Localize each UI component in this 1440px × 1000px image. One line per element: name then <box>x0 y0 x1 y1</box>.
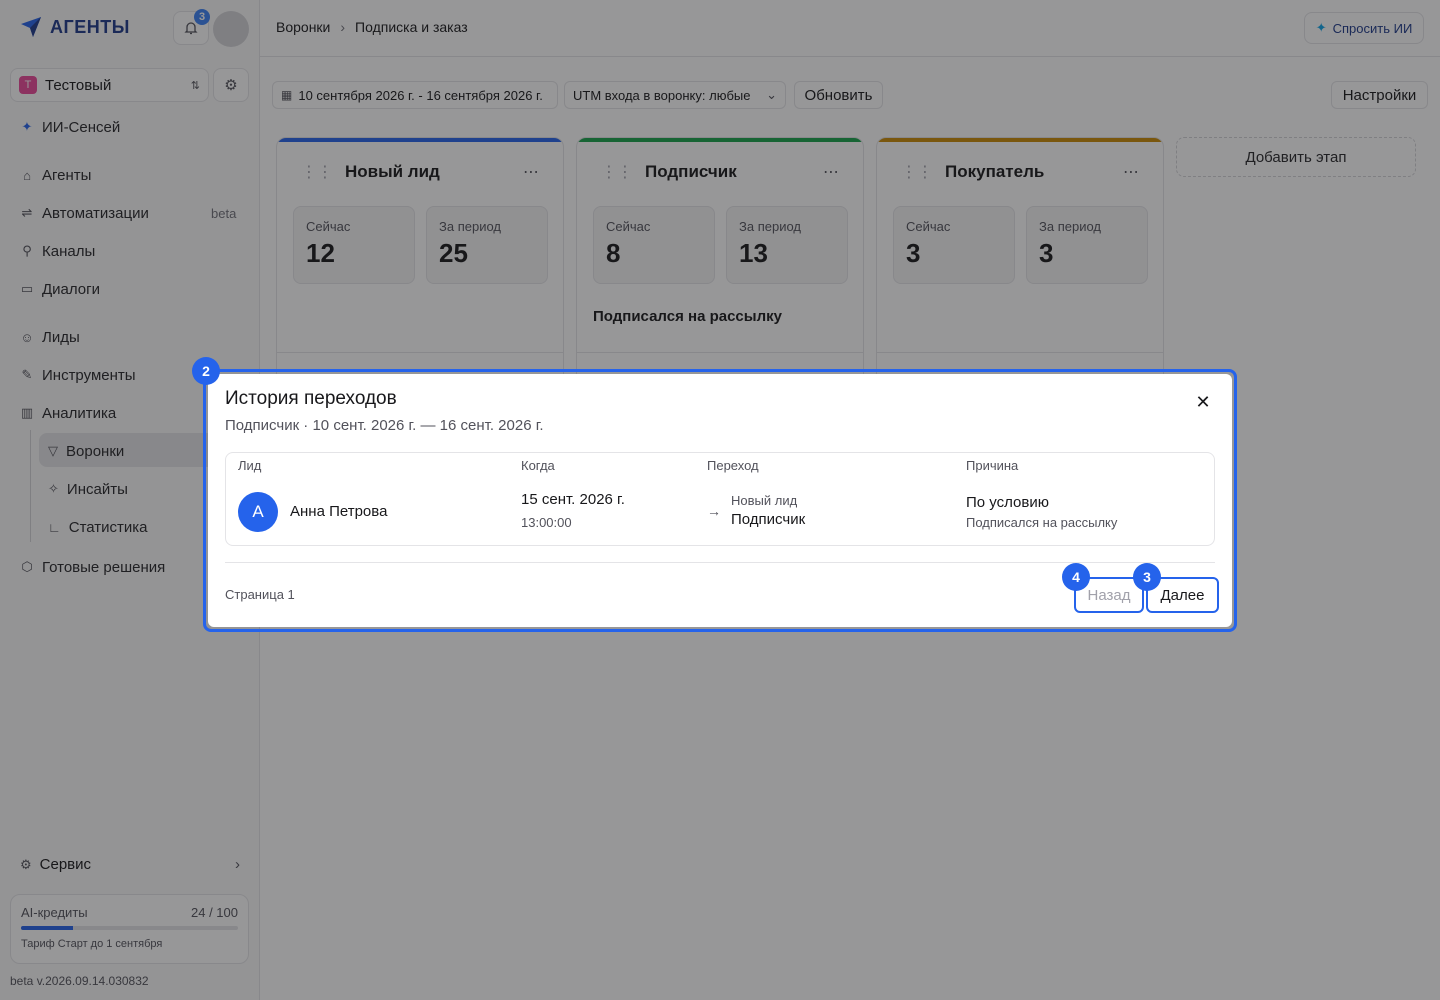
transition-reason: По условию <box>966 494 1049 511</box>
column-header-transition: Переход <box>707 458 759 473</box>
column-header-lead: Лид <box>238 458 262 473</box>
column-header-reason: Причина <box>966 458 1019 473</box>
lead-avatar: А <box>238 492 278 532</box>
dialog-subtitle: Подписчик · 10 сент. 2026 г. — 16 сент. … <box>225 417 544 434</box>
close-icon[interactable]: ✕ <box>1193 392 1213 412</box>
page-indicator: Страница 1 <box>225 587 295 602</box>
transition-from: Новый лид <box>731 493 798 508</box>
transition-time: 13:00:00 <box>521 515 572 530</box>
transition-to: Подписчик <box>731 511 806 528</box>
step-marker: 2 <box>192 357 220 385</box>
step-marker: 4 <box>1062 563 1090 591</box>
lead-name[interactable]: Анна Петрова <box>290 503 387 520</box>
transition-reason-detail: Подписался на рассылку <box>966 515 1118 530</box>
arrow-right-icon: → <box>707 503 721 519</box>
transitions-table: Лид Когда Переход Причина А Анна Петрова… <box>225 452 1215 546</box>
divider <box>225 562 1215 563</box>
transition-date: 15 сент. 2026 г. <box>521 491 625 508</box>
column-header-when: Когда <box>521 458 555 473</box>
dialog-title: История переходов <box>225 388 397 409</box>
step-marker: 3 <box>1133 563 1161 591</box>
